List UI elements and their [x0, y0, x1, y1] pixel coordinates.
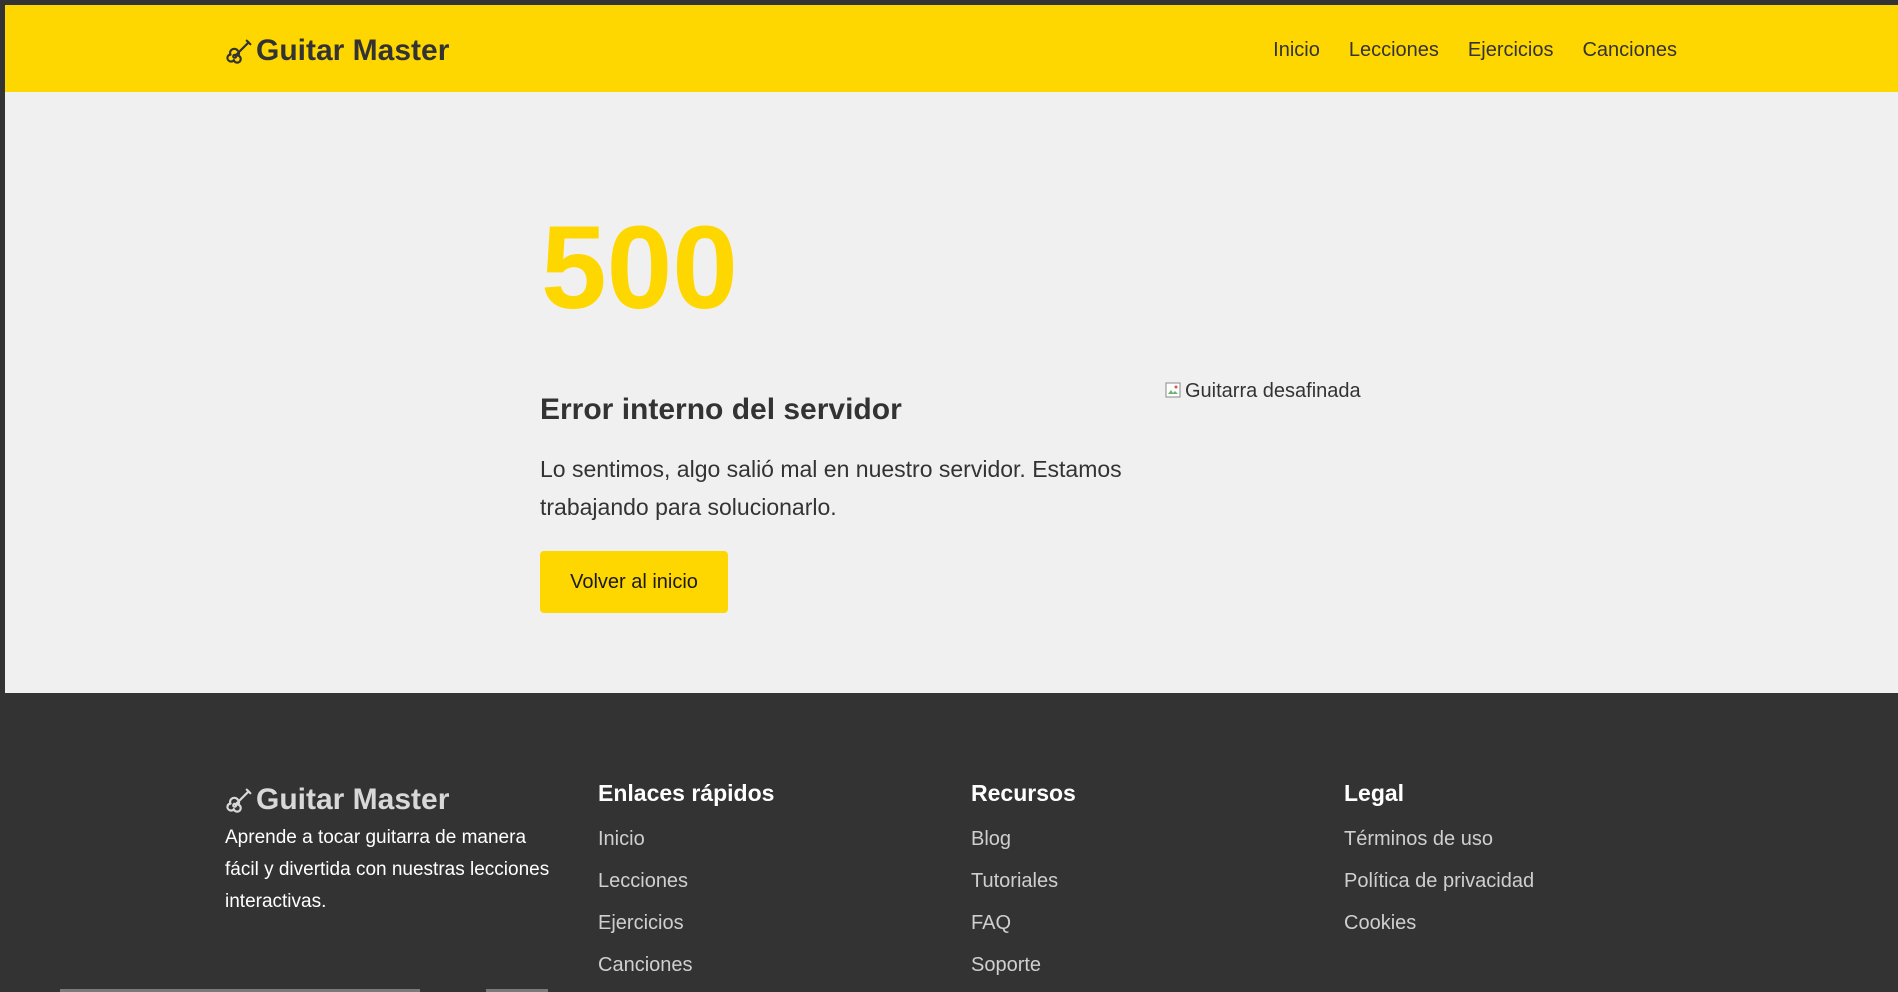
main-nav: Inicio Lecciones Ejercicios Canciones — [1273, 38, 1677, 62]
footer-link-lecciones[interactable]: Lecciones — [598, 869, 774, 893]
brand-logo[interactable]: Guitar Master — [225, 33, 449, 69]
footer-link-soporte[interactable]: Soporte — [971, 953, 1076, 977]
nav-item-lecciones[interactable]: Lecciones — [1349, 38, 1439, 62]
error-message: Lo sentimos, algo salió mal en nuestro s… — [540, 456, 1122, 520]
footer-link-inicio[interactable]: Inicio — [598, 827, 774, 851]
error-code: 500 — [541, 202, 738, 334]
footer-link-tutoriales[interactable]: Tutoriales — [971, 869, 1076, 893]
guitar-image: Guitarra desafinada — [1165, 379, 1361, 403]
guitar-icon — [226, 39, 252, 64]
footer-link-cookies[interactable]: Cookies — [1344, 911, 1534, 935]
footer-resources: Recursos Blog Tutoriales FAQ Soporte — [971, 779, 1076, 992]
site-header: Guitar Master Inicio Lecciones Ejercicio… — [5, 5, 1898, 92]
nav-item-ejercicios[interactable]: Ejercicios — [1468, 38, 1554, 62]
error-section: 500 Error interno del servidor Lo sentim… — [5, 92, 1898, 693]
footer-link-blog[interactable]: Blog — [971, 827, 1076, 851]
footer-quick-links: Enlaces rápidos Inicio Lecciones Ejercic… — [598, 779, 774, 992]
footer-link-faq[interactable]: FAQ — [971, 911, 1076, 935]
error-title: Error interno del servidor — [540, 393, 902, 426]
nav-item-canciones[interactable]: Canciones — [1582, 38, 1677, 62]
footer-link-terminos[interactable]: Términos de uso — [1344, 827, 1534, 851]
broken-image-icon — [1165, 382, 1181, 398]
image-alt-text: Guitarra desafinada — [1185, 380, 1361, 402]
footer-brand-name: Guitar Master — [256, 783, 450, 816]
footer-link-ejercicios[interactable]: Ejercicios — [598, 911, 774, 935]
back-home-button[interactable]: Volver al inicio — [540, 551, 728, 613]
footer-brand[interactable]: Guitar Master — [225, 782, 449, 818]
nav-item-inicio[interactable]: Inicio — [1273, 38, 1320, 62]
footer-legal: Legal Términos de uso Política de privac… — [1344, 779, 1534, 953]
footer-description: Aprende a tocar guitarra de manera fácil… — [225, 827, 550, 912]
guitar-icon — [226, 788, 252, 813]
footer-link-privacidad[interactable]: Política de privacidad — [1344, 869, 1534, 893]
brand-name: Guitar Master — [256, 34, 450, 67]
footer-legal-title: Legal — [1344, 780, 1405, 806]
footer-resources-title: Recursos — [971, 780, 1076, 806]
footer-link-canciones[interactable]: Canciones — [598, 953, 774, 977]
page: Guitar Master Inicio Lecciones Ejercicio… — [5, 5, 1898, 992]
footer-quick-links-title: Enlaces rápidos — [598, 780, 775, 806]
site-footer: Guitar Master Aprende a tocar guitarra d… — [5, 693, 1898, 992]
